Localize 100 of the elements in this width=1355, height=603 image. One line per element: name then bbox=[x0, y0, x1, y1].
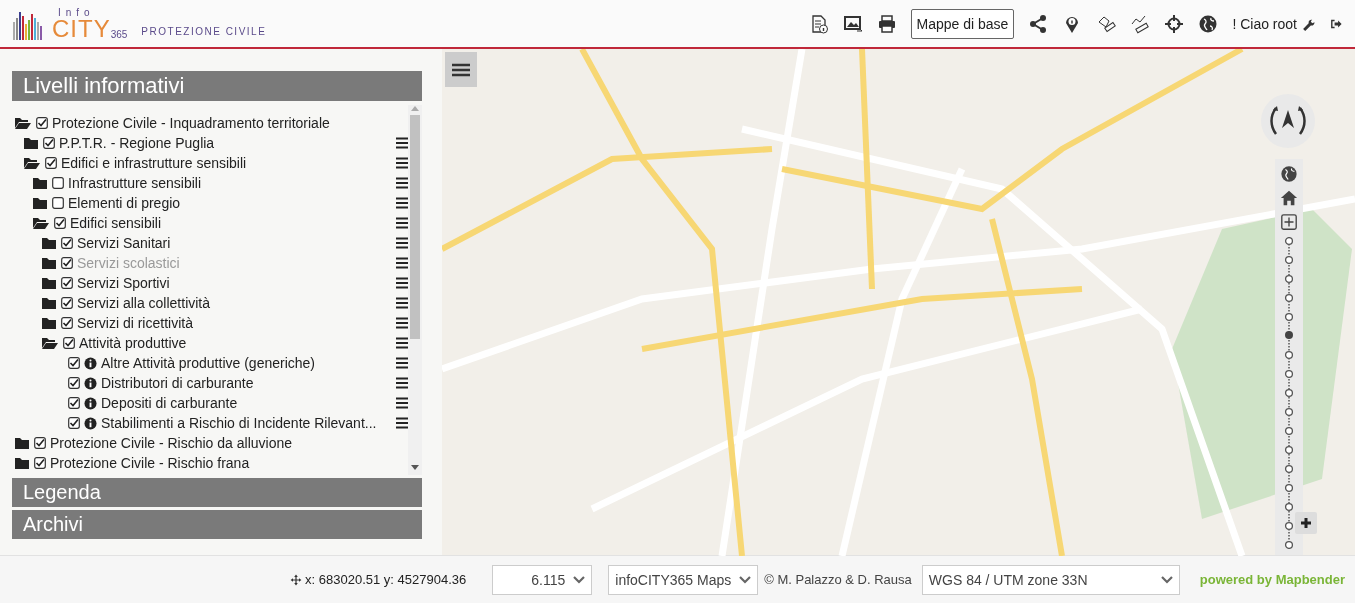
layer-label[interactable]: Servizi Sportivi bbox=[77, 275, 170, 291]
folder-icon[interactable] bbox=[14, 456, 30, 470]
layer-label[interactable]: Edifici sensibili bbox=[70, 215, 162, 231]
info-icon[interactable] bbox=[84, 416, 97, 430]
menu-icon[interactable] bbox=[396, 357, 408, 369]
layer-label[interactable]: P.P.T.R. - Regione Puglia bbox=[59, 135, 215, 151]
menu-button[interactable] bbox=[445, 52, 477, 87]
layer-label[interactable]: Attività produttive bbox=[79, 335, 187, 351]
checkbox[interactable] bbox=[63, 337, 75, 349]
checkbox[interactable] bbox=[45, 157, 57, 169]
checkbox[interactable] bbox=[68, 377, 80, 389]
projection-select[interactable]: WGS 84 / UTM zone 33N bbox=[921, 564, 1180, 595]
checkbox[interactable] bbox=[61, 317, 73, 329]
menu-icon[interactable] bbox=[396, 377, 408, 389]
checkbox[interactable] bbox=[68, 417, 80, 429]
layer-label[interactable]: Infrastrutture sensibili bbox=[68, 175, 202, 191]
image-export-icon[interactable] bbox=[842, 13, 863, 34]
zoom-in-button[interactable] bbox=[1295, 512, 1317, 534]
layer-label[interactable]: Depositi di carburante bbox=[101, 395, 238, 411]
scroll-down-arrow-icon[interactable] bbox=[411, 465, 419, 471]
basemap-button[interactable]: Mappe di base bbox=[910, 8, 1015, 39]
line-ruler-icon[interactable] bbox=[1130, 13, 1151, 34]
zoom-step-dot[interactable] bbox=[1284, 274, 1294, 284]
folder-icon[interactable] bbox=[41, 276, 57, 290]
checkbox[interactable] bbox=[43, 137, 55, 149]
zoom-step-dot[interactable] bbox=[1284, 369, 1294, 379]
folder-icon[interactable] bbox=[41, 236, 57, 250]
folder-icon[interactable] bbox=[32, 176, 48, 190]
folder-icon[interactable] bbox=[32, 196, 48, 210]
layer-label[interactable]: Servizi di ricettività bbox=[77, 315, 193, 331]
zoom-slider-thumb[interactable] bbox=[1285, 331, 1293, 340]
scale-select[interactable]: 6.115 bbox=[492, 564, 593, 595]
menu-icon[interactable] bbox=[396, 237, 408, 249]
checkbox[interactable] bbox=[52, 197, 64, 209]
layer-label[interactable]: Protezione Civile - Rischio da alluvione bbox=[50, 435, 292, 451]
checkbox[interactable] bbox=[52, 177, 64, 189]
info-icon[interactable] bbox=[84, 376, 97, 390]
layer-label[interactable]: Distributori di carburante bbox=[101, 375, 254, 391]
menu-icon[interactable] bbox=[396, 417, 408, 429]
checkbox[interactable] bbox=[61, 297, 73, 309]
open-folder-icon[interactable] bbox=[32, 216, 50, 230]
checkbox[interactable] bbox=[34, 457, 46, 469]
zoom-step-dot[interactable] bbox=[1284, 350, 1294, 360]
home-icon[interactable] bbox=[1280, 189, 1298, 207]
panel-title[interactable]: Livelli informativi bbox=[12, 71, 422, 101]
zoom-step-dot[interactable] bbox=[1284, 312, 1294, 322]
globe-icon[interactable] bbox=[1280, 165, 1298, 183]
open-folder-icon[interactable] bbox=[41, 336, 59, 350]
layer-label[interactable]: Protezione Civile - Inquadramento territoriale bbox=[52, 115, 330, 131]
info-icon[interactable] bbox=[84, 396, 97, 410]
checkbox[interactable] bbox=[68, 357, 80, 369]
folder-icon[interactable] bbox=[23, 136, 39, 150]
checkbox[interactable] bbox=[61, 237, 73, 249]
menu-icon[interactable] bbox=[396, 297, 408, 309]
menu-icon[interactable] bbox=[396, 317, 408, 329]
zoom-step-dot[interactable] bbox=[1284, 521, 1294, 531]
open-folder-icon[interactable] bbox=[23, 156, 41, 170]
checkbox[interactable] bbox=[54, 217, 66, 229]
menu-icon[interactable] bbox=[396, 217, 408, 229]
layer-label[interactable]: Altre Attività produttive (generiche) bbox=[101, 355, 315, 371]
menu-icon[interactable] bbox=[452, 62, 470, 77]
layer-label[interactable]: Servizi Sanitari bbox=[77, 235, 171, 251]
menu-icon[interactable] bbox=[396, 337, 408, 349]
zoom-slider-track[interactable] bbox=[1284, 237, 1294, 549]
layer-label[interactable]: Elementi di pregio bbox=[68, 195, 181, 211]
folder-icon[interactable] bbox=[41, 316, 57, 330]
zoom-step-dot[interactable] bbox=[1284, 464, 1294, 474]
menu-icon[interactable] bbox=[396, 277, 408, 289]
zoom-step-dot[interactable] bbox=[1284, 483, 1294, 493]
info-icon[interactable] bbox=[84, 356, 97, 370]
layer-label[interactable]: Edifici e infrastrutture sensibili bbox=[61, 155, 247, 171]
section-header[interactable]: Legenda bbox=[12, 478, 422, 507]
folder-icon[interactable] bbox=[14, 436, 30, 450]
globe-icon[interactable] bbox=[1198, 13, 1219, 34]
zoom-step-dot[interactable] bbox=[1284, 255, 1294, 265]
share-icon[interactable] bbox=[1028, 13, 1049, 34]
checkbox[interactable] bbox=[36, 117, 48, 129]
zoom-step-dot[interactable] bbox=[1284, 445, 1294, 455]
section-header[interactable]: Archivi bbox=[12, 510, 422, 539]
map-set-select[interactable]: infoCITY365 Maps bbox=[608, 564, 759, 595]
menu-icon[interactable] bbox=[396, 137, 408, 149]
zoom-step-dot[interactable] bbox=[1284, 388, 1294, 398]
checkbox[interactable] bbox=[61, 277, 73, 289]
zoom-step-dot[interactable] bbox=[1284, 407, 1294, 417]
folder-icon[interactable] bbox=[41, 296, 57, 310]
layer-label[interactable]: Protezione Civile - Rischio frana bbox=[50, 455, 250, 471]
layer-label[interactable]: Stabilimenti a Rischio di Incidente Rilevant... bbox=[101, 415, 377, 431]
crosshair-icon[interactable] bbox=[1164, 13, 1185, 34]
checkbox[interactable] bbox=[34, 437, 46, 449]
menu-icon[interactable] bbox=[396, 177, 408, 189]
print-icon[interactable] bbox=[876, 13, 897, 34]
zoom-step-dot[interactable] bbox=[1284, 426, 1294, 436]
zoom-in-icon[interactable] bbox=[1280, 213, 1298, 231]
plus-icon[interactable] bbox=[1300, 517, 1312, 529]
layer-label[interactable]: Servizi alla collettività bbox=[77, 295, 211, 311]
menu-icon[interactable] bbox=[396, 397, 408, 409]
scrollbar[interactable] bbox=[408, 105, 422, 475]
checkbox[interactable] bbox=[68, 397, 80, 409]
menu-icon[interactable] bbox=[396, 157, 408, 169]
zoom-step-dot[interactable] bbox=[1284, 502, 1294, 512]
